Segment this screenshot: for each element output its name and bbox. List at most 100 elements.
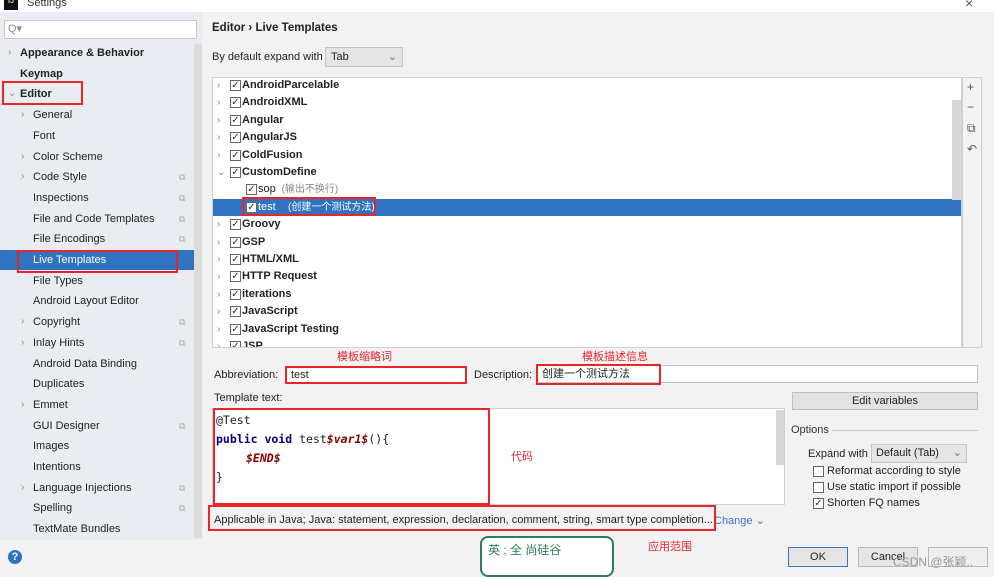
enabled-checkbox[interactable]: ✓ <box>230 114 241 126</box>
template-description: (输出不换行) <box>281 184 339 196</box>
watermark: CSDN @张颖.. <box>893 555 974 569</box>
chevron-right-icon[interactable]: › <box>217 216 220 233</box>
enabled-checkbox[interactable]: ✓ <box>230 132 241 144</box>
chevron-down-icon[interactable]: ⌄ <box>217 164 225 181</box>
checkbox[interactable] <box>813 482 824 493</box>
close-icon[interactable]: × <box>965 0 973 11</box>
sidebar-item[interactable]: › General <box>0 105 194 125</box>
enabled-checkbox[interactable]: ✓ <box>230 254 241 265</box>
sidebar-item[interactable]: Inspections ⧉ <box>0 188 194 208</box>
edit-variables-button[interactable]: Edit variables <box>792 392 978 410</box>
enabled-checkbox[interactable]: ✓ <box>230 167 241 178</box>
sidebar-item[interactable]: File Types <box>0 271 194 291</box>
sidebar-item[interactable]: File and Code Templates ⧉ <box>0 209 194 229</box>
sidebar-item[interactable]: › Inlay Hints ⧉ <box>0 333 194 353</box>
add-icon[interactable]: + <box>967 80 974 94</box>
settings-search-input[interactable]: Q▾ <box>4 20 197 39</box>
chevron-right-icon[interactable]: › <box>217 112 220 129</box>
chevron-right-icon[interactable]: › <box>217 303 220 320</box>
options-label: Options <box>791 424 829 436</box>
chevron-right-icon[interactable]: › <box>217 268 220 285</box>
template-group[interactable]: › ✓ JSP <box>213 338 961 347</box>
chevron-right-icon[interactable]: › <box>217 321 220 338</box>
enabled-checkbox[interactable]: ✓ <box>230 341 241 347</box>
template-label: AndroidParcelable <box>242 79 340 91</box>
chevron-right-icon[interactable]: › <box>21 105 24 125</box>
enabled-checkbox[interactable]: ✓ <box>246 184 257 196</box>
template-group[interactable]: › ✓ ColdFusion <box>213 147 961 164</box>
sidebar-item[interactable]: Android Layout Editor <box>0 291 194 311</box>
sidebar-item[interactable]: › Color Scheme <box>0 147 194 167</box>
enabled-checkbox[interactable]: ✓ <box>230 219 241 231</box>
template-group[interactable]: › ✓ iterations <box>213 286 961 303</box>
template-group[interactable]: › ✓ AndroidParcelable <box>213 78 961 94</box>
chevron-right-icon[interactable]: › <box>21 333 24 353</box>
sidebar-item[interactable]: File Encodings ⧉ <box>0 229 194 249</box>
sidebar-item[interactable]: Intentions <box>0 457 194 477</box>
chevron-right-icon[interactable]: › <box>217 94 220 111</box>
sidebar-item[interactable]: Duplicates <box>0 374 194 394</box>
ok-button[interactable]: OK <box>788 547 848 567</box>
project-scope-icon: ⧉ <box>179 317 186 328</box>
sidebar-item[interactable]: › Language Injections ⧉ <box>0 478 194 498</box>
sidebar-item[interactable]: Images <box>0 436 194 456</box>
chevron-right-icon[interactable]: › <box>8 43 11 63</box>
template-group[interactable]: › ✓ Angular <box>213 112 961 129</box>
chevron-right-icon[interactable]: › <box>21 147 24 167</box>
chevron-right-icon[interactable]: › <box>21 478 24 498</box>
help-icon[interactable]: ? <box>8 550 22 564</box>
sidebar-scrollbar[interactable] <box>194 44 202 538</box>
chevron-right-icon[interactable]: › <box>217 286 220 303</box>
remove-icon[interactable]: − <box>967 100 974 114</box>
sidebar-item[interactable]: TextMate Bundles <box>0 519 194 539</box>
template-group[interactable]: ⌄ ✓ CustomDefine <box>213 164 961 181</box>
template-label: JavaScript <box>242 305 298 318</box>
enabled-checkbox[interactable]: ✓ <box>230 306 241 318</box>
enabled-checkbox[interactable]: ✓ <box>230 97 241 109</box>
expand-select[interactable]: Tab ⌄ <box>325 47 403 67</box>
chevron-right-icon[interactable]: › <box>217 234 220 251</box>
sidebar-item[interactable]: › Emmet <box>0 395 194 415</box>
expand-with-select[interactable]: Default (Tab) ⌄ <box>871 444 967 463</box>
sidebar-item[interactable]: Android Data Binding <box>0 354 194 374</box>
template-group[interactable]: › ✓ AndroidXML <box>213 94 961 111</box>
enabled-checkbox[interactable]: ✓ <box>230 271 241 283</box>
copy-icon[interactable]: ⧉ <box>967 121 976 136</box>
code-scrollbar[interactable] <box>776 410 784 465</box>
checkbox[interactable] <box>813 466 824 477</box>
highlight-code <box>213 408 490 505</box>
enabled-checkbox[interactable]: ✓ <box>230 236 241 248</box>
sidebar-item[interactable]: › Appearance & Behavior <box>0 43 194 63</box>
chevron-right-icon[interactable]: › <box>21 395 24 415</box>
enabled-checkbox[interactable]: ✓ <box>230 149 241 161</box>
chevron-right-icon[interactable]: › <box>217 78 220 94</box>
chevron-right-icon[interactable]: › <box>21 167 24 187</box>
sidebar-item[interactable]: Spelling ⧉ <box>0 498 194 518</box>
chevron-right-icon[interactable]: › <box>217 338 220 347</box>
tree-scrollbar[interactable] <box>952 100 961 200</box>
restore-icon[interactable]: ↶ <box>967 142 977 156</box>
enabled-checkbox[interactable]: ✓ <box>230 323 241 335</box>
project-scope-icon: ⧉ <box>179 234 186 245</box>
sidebar-item[interactable]: GUI Designer ⧉ <box>0 416 194 436</box>
template-group[interactable]: › ✓ HTML/XML <box>213 251 961 268</box>
enabled-checkbox[interactable]: ✓ <box>230 80 241 91</box>
template-group[interactable]: › ✓ Groovy <box>213 216 961 233</box>
template-label: GSP <box>242 235 266 248</box>
sidebar-item[interactable]: › Code Style ⧉ <box>0 167 194 187</box>
template-group[interactable]: › ✓ HTTP Request <box>213 268 961 285</box>
chevron-right-icon[interactable]: › <box>217 251 220 268</box>
chevron-right-icon[interactable]: › <box>217 147 220 164</box>
chevron-right-icon[interactable]: › <box>21 312 24 332</box>
template-group[interactable]: › ✓ JavaScript <box>213 303 961 320</box>
template-label: Angular <box>242 113 284 126</box>
template-group[interactable]: › ✓ JavaScript Testing <box>213 321 961 338</box>
chevron-right-icon[interactable]: › <box>217 129 220 146</box>
sidebar-item[interactable]: Font <box>0 126 194 146</box>
template-group[interactable]: › ✓ GSP <box>213 234 961 251</box>
template-group[interactable]: › ✓ AngularJS <box>213 129 961 146</box>
enabled-checkbox[interactable]: ✓ <box>230 288 241 300</box>
change-link[interactable]: Change ⌄ <box>714 514 765 527</box>
sidebar-item[interactable]: › Copyright ⧉ <box>0 312 194 332</box>
checkbox[interactable]: ✓ <box>813 498 824 509</box>
